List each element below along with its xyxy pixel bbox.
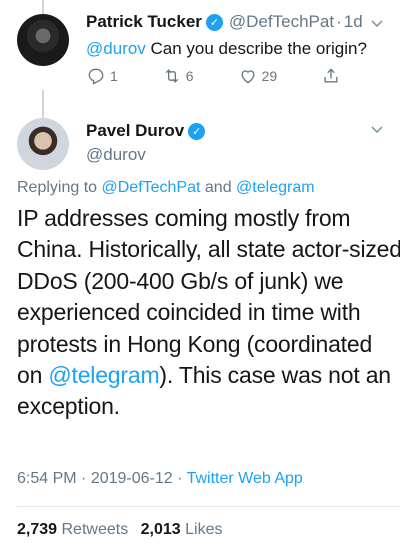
reply-button[interactable]: 1 (86, 66, 118, 86)
tweet-text-line: IP addresses coming mostly from (17, 205, 351, 231)
retweet-count: 6 (185, 68, 194, 84)
tweet-text-line: exception. (17, 393, 120, 420)
chevron-down-icon[interactable] (368, 14, 386, 32)
parent-tweet-text: @durov Can you describe the origin? (86, 38, 367, 60)
retweets-count[interactable]: 2,739 (17, 521, 57, 538)
heart-icon (241, 70, 255, 84)
tweet-metadata: 6:54 PM · 2019-06-12 · Twitter Web App (17, 470, 303, 488)
separator-dot: · (177, 470, 183, 487)
likes-label[interactable]: Likes (185, 521, 222, 538)
verified-badge-icon: ✓ (205, 13, 223, 31)
share-icon (324, 68, 338, 83)
tweet-text-line-with-mention: on @telegram). This case was not an (17, 360, 391, 391)
author-handle[interactable]: @durov (86, 145, 146, 165)
tweet-time[interactable]: 6:54 PM (17, 470, 77, 487)
tweet-text-line: protests in Hong Kong (coordinated (17, 330, 373, 357)
mention-link[interactable]: @durov (86, 39, 146, 58)
source-app-link[interactable]: Twitter Web App (187, 470, 303, 487)
reply-mention-deftechpat[interactable]: @DefTechPat (102, 179, 201, 196)
tweet-text-segment: ). This case was not an (159, 362, 391, 389)
main-tweet-header: Pavel Durov ✓ (86, 121, 206, 141)
tweet-text-body: Can you describe the origin? (145, 39, 367, 58)
author-handle[interactable]: @DefTechPat (229, 12, 334, 32)
parent-tweet-header: Patrick Tucker ✓ @DefTechPat · 1d (86, 12, 363, 32)
chevron-down-icon[interactable] (368, 120, 386, 138)
like-button[interactable]: 29 (238, 66, 278, 86)
tweet-timestamp[interactable]: 1d (344, 12, 363, 32)
like-count: 29 (261, 68, 278, 84)
body-mention-telegram[interactable]: @telegram (48, 362, 159, 388)
main-tweet-text: IP addresses coming mostly from China. H… (17, 203, 400, 423)
retweet-icon (165, 69, 179, 83)
verified-badge-icon: ✓ (188, 122, 206, 140)
replying-prefix: Replying to (17, 179, 102, 196)
parent-tweet[interactable]: Patrick Tucker ✓ @DefTechPat · 1d @durov… (0, 0, 400, 100)
tweet-text-line: experienced coincided in time with (17, 299, 361, 326)
avatar-patrick-tucker[interactable] (17, 14, 69, 66)
likes-count[interactable]: 2,013 (141, 521, 181, 538)
retweets-label[interactable]: Retweets (62, 521, 129, 538)
replying-and: and (200, 179, 237, 196)
tweet-text-line: China. Historically, all state actor-siz… (17, 236, 400, 263)
tweet-stats: 2,739 Retweets 2,013 Likes (17, 521, 231, 539)
tweet-date[interactable]: 2019-06-12 (91, 470, 173, 487)
separator-dot: · (81, 470, 87, 487)
avatar-pavel-durov[interactable] (17, 118, 69, 170)
author-name[interactable]: Patrick Tucker (86, 12, 202, 32)
reply-count: 1 (110, 68, 118, 84)
author-name[interactable]: Pavel Durov (86, 121, 184, 141)
reply-icon (88, 68, 104, 85)
share-button[interactable] (321, 66, 345, 86)
divider (17, 506, 400, 507)
tweet-text-line: DDoS (200-400 Gb/s of junk) we (17, 267, 344, 294)
thread-connector (42, 90, 44, 118)
tweet-thread: Patrick Tucker ✓ @DefTechPat · 1d @durov… (0, 0, 400, 553)
retweet-button[interactable]: 6 (162, 66, 194, 86)
reply-mention-telegram[interactable]: @telegram (236, 179, 315, 196)
tweet-text-segment: on (17, 362, 49, 389)
tweet-actions: 1 6 29 (86, 66, 389, 86)
replying-to: Replying to @DefTechPat and @telegram (17, 179, 315, 197)
separator-dot: · (336, 12, 342, 31)
